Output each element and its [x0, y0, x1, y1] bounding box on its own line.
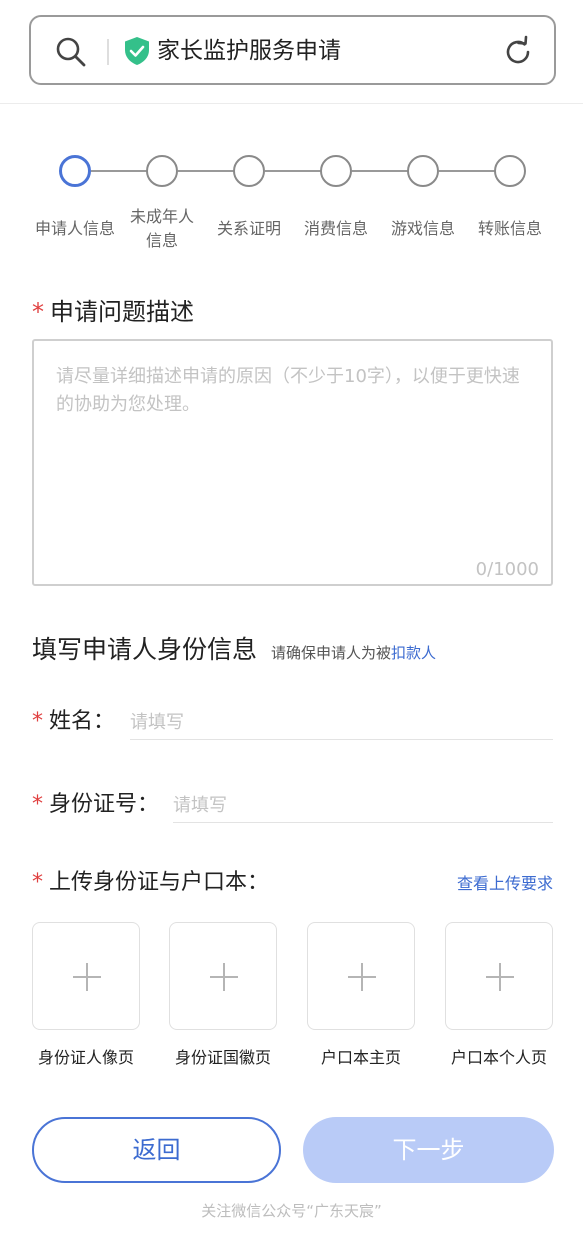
reload-icon[interactable]: [501, 35, 535, 69]
name-input[interactable]: [130, 706, 553, 740]
required-mark: *: [32, 298, 44, 326]
required-mark: *: [32, 709, 43, 734]
step-connector: [352, 170, 408, 172]
step-label-relationship: 关系证明: [216, 219, 281, 238]
upload-id-portrait-label: 身份证人像页: [37, 1048, 134, 1067]
page-title: 家长监护服务申请: [157, 38, 341, 64]
step-label-game: 游戏信息: [390, 219, 455, 238]
step-dot-3: [233, 155, 265, 187]
id-number-input[interactable]: [173, 789, 553, 823]
problem-title: * 申请问题描述: [32, 294, 194, 330]
problem-title-text: 申请问题描述: [50, 298, 194, 326]
upload-household-main-label: 户口本主页: [320, 1048, 401, 1067]
step-label-transfer: 转账信息: [477, 219, 542, 238]
step-dot-4: [320, 155, 352, 187]
identity-heading-text: 填写申请人身份信息: [32, 635, 258, 664]
upload-id-portrait-button[interactable]: [32, 922, 140, 1030]
address-bar[interactable]: 家长监护服务申请: [29, 15, 556, 85]
step-connector: [439, 170, 495, 172]
upload-household-personal-label: 户口本个人页: [450, 1048, 547, 1067]
footer-note: 关注微信公众号“广东天宸”: [201, 1202, 382, 1220]
name-label: * 姓名：: [32, 706, 115, 738]
view-upload-requirements-link[interactable]: 查看上传要求: [457, 870, 553, 894]
upload-household-personal-button[interactable]: [445, 922, 553, 1030]
identity-heading: 填写申请人身份信息 请确保申请人为被扣款人: [32, 630, 436, 666]
browser-header: 家长监护服务申请: [0, 0, 583, 104]
step-dot-6: [494, 155, 526, 187]
problem-description-input[interactable]: [34, 341, 551, 584]
step-label-minor: 未成年人 信息: [129, 207, 194, 250]
step-dot-1-active: [59, 155, 91, 187]
required-mark: *: [32, 870, 43, 895]
char-counter: 0/1000: [475, 559, 539, 580]
step-dot-2: [146, 155, 178, 187]
step-label-consumption: 消费信息: [303, 219, 368, 238]
search-icon[interactable]: [55, 36, 87, 68]
upload-id-emblem-button[interactable]: [169, 922, 277, 1030]
upload-household-main-button[interactable]: [307, 922, 415, 1030]
plus-icon: [499, 963, 501, 991]
step-dot-5: [407, 155, 439, 187]
plus-icon: [223, 963, 225, 991]
step-label-applicant: 申请人信息: [34, 219, 115, 238]
id-number-label-text: 身份证号：: [49, 792, 160, 817]
id-number-label: * 身份证号：: [32, 789, 159, 821]
step-connector: [265, 170, 321, 172]
payer-link[interactable]: 扣款人: [391, 644, 436, 662]
plus-icon: [361, 963, 363, 991]
identity-hint: 请确保申请人为被: [271, 644, 392, 662]
progress-stepper: 申请人信息 未成年人 信息 关系证明 消费信息 游戏信息 转账信息: [0, 150, 583, 260]
address-divider: [107, 39, 109, 65]
next-step-button[interactable]: 下一步: [303, 1117, 554, 1183]
upload-label-text: 上传身份证与户口本：: [49, 870, 270, 895]
shield-check-icon: [125, 37, 149, 65]
step-connector: [91, 170, 147, 172]
plus-icon: [86, 963, 88, 991]
required-mark: *: [32, 792, 43, 817]
back-button[interactable]: 返回: [32, 1117, 281, 1183]
problem-textarea-box: 0/1000: [32, 339, 553, 586]
upload-id-emblem-label: 身份证国徽页: [174, 1048, 271, 1067]
step-connector: [178, 170, 234, 172]
upload-label: * 上传身份证与户口本：: [32, 867, 269, 899]
name-label-text: 姓名：: [49, 709, 116, 734]
